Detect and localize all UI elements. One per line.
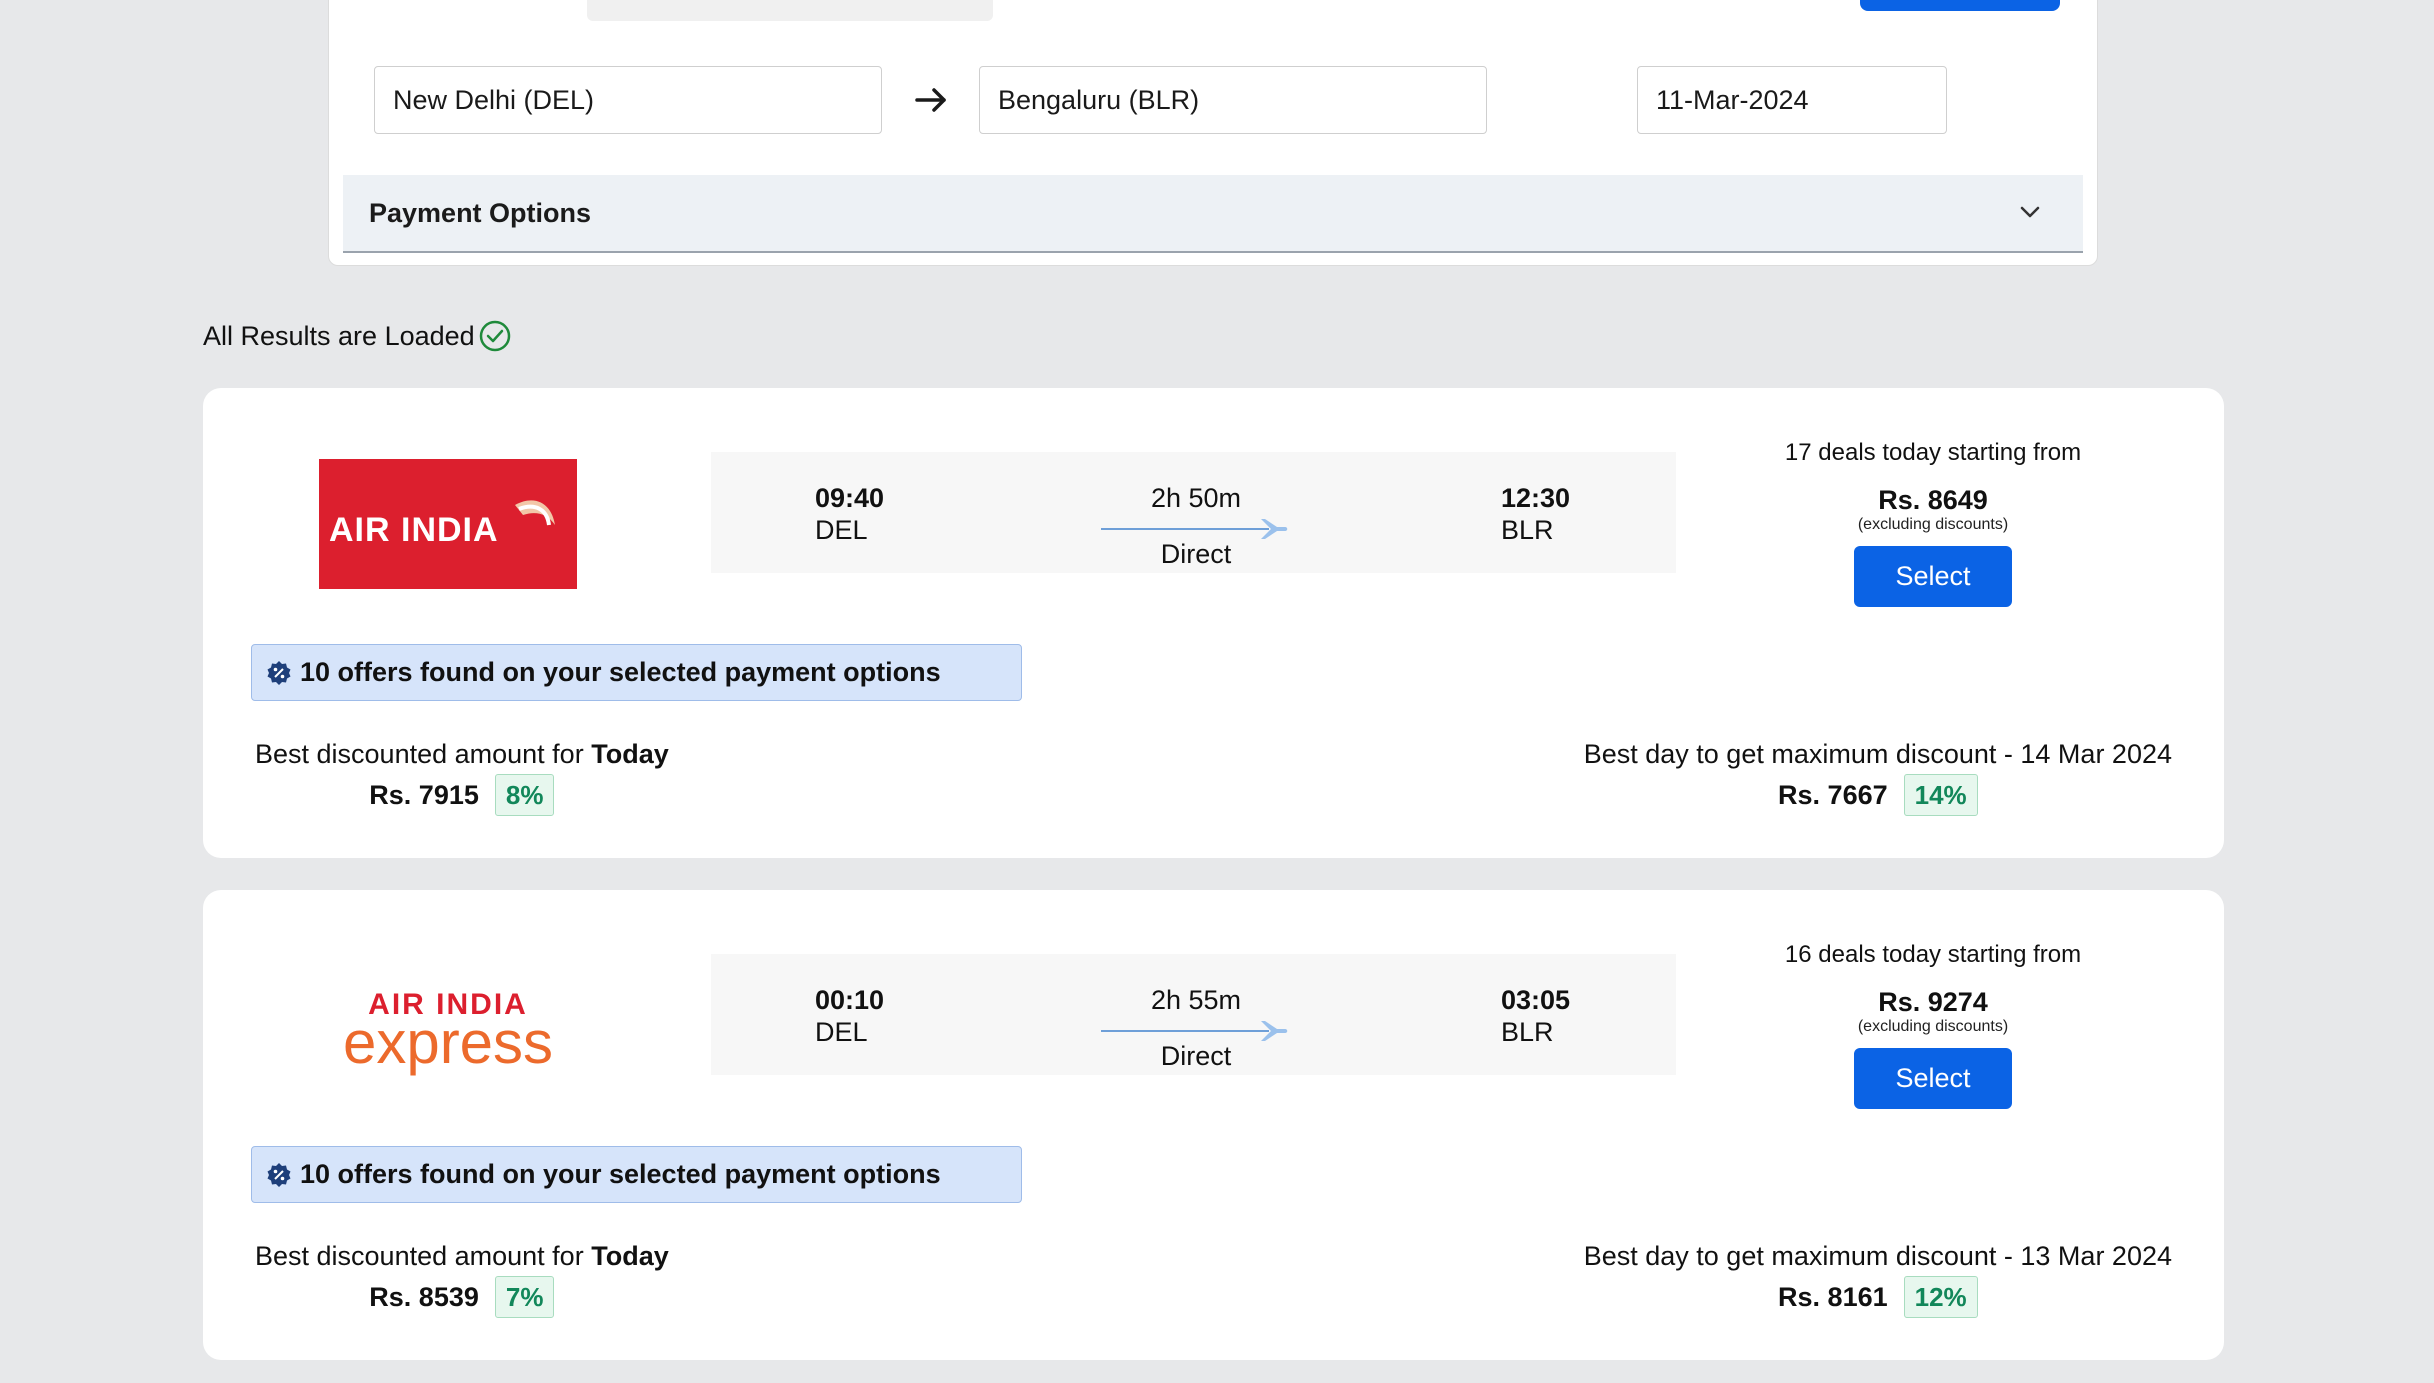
svg-text:express: express <box>343 1009 553 1076</box>
flight-duration: 2h 55m <box>1150 985 1242 1015</box>
arrival-time: 03:05 <box>1501 985 1571 1015</box>
price-note: (excluding discounts) <box>1857 1018 2009 1035</box>
flight-stops: Direct <box>1160 1041 1232 1071</box>
results-status-text: All Results are Loaded <box>203 320 475 351</box>
search-button-partial[interactable] <box>1860 0 2060 11</box>
select-button[interactable]: Select <box>1854 546 2012 607</box>
offers-banner[interactable]: 10 offers found on your selected payment… <box>251 644 1022 701</box>
departure-code: DEL <box>815 1017 868 1047</box>
check-circle-icon <box>479 320 510 352</box>
air-india-logo: AIR INDIA <box>319 459 577 589</box>
best-today-discount: Best discounted amount for Today Rs. 791… <box>255 736 669 816</box>
discount-badge-icon <box>267 1162 291 1187</box>
air-india-express-logo: AIR INDIA express <box>343 988 553 1076</box>
best-day-label: Best day to get maximum discount - 14 Ma… <box>1583 739 2172 769</box>
best-today-label-bold: Today <box>591 1241 669 1271</box>
deals-count-text: 17 deals today starting from <box>1784 439 2082 466</box>
arrow-right-icon <box>915 88 946 112</box>
select-button[interactable]: Select <box>1854 1048 2012 1109</box>
price-note: (excluding discounts) <box>1857 516 2009 533</box>
best-day-discount: Best day to get maximum discount - 13 Ma… <box>1584 1238 2172 1318</box>
best-today-amount: Rs. 7915 <box>369 780 479 810</box>
flight-itinerary: 00:10 DEL 2h 55m Direct 03:05 BLR <box>711 954 1676 1075</box>
arrival-code: BLR <box>1501 1017 1554 1047</box>
payment-options-accordion[interactable]: Payment Options <box>343 175 2083 253</box>
to-city-field[interactable]: Bengaluru (BLR) <box>979 66 1487 134</box>
arrival-time: 12:30 <box>1501 483 1571 513</box>
travel-date-field[interactable]: 11-Mar-2024 <box>1637 66 1947 134</box>
results-status: All Results are Loaded <box>203 318 512 354</box>
departure: 00:10 DEL <box>815 984 884 1048</box>
starting-price: Rs. 8649 <box>1878 485 1988 515</box>
departure-time: 09:40 <box>815 483 885 513</box>
best-today-label: Best discounted amount for <box>255 1241 584 1271</box>
chevron-down-icon[interactable] <box>2017 199 2043 225</box>
best-day-amount: Rs. 7667 <box>1778 780 1888 810</box>
offers-text: 10 offers found on your selected payment… <box>300 1159 941 1189</box>
starting-price: Rs. 9274 <box>1878 987 1988 1017</box>
best-day-discount: Best day to get maximum discount - 14 Ma… <box>1584 736 2172 816</box>
arrival-code: BLR <box>1501 515 1554 545</box>
flight-duration: 2h 50m <box>1150 483 1242 513</box>
best-today-percent-badge: 8% <box>494 774 555 816</box>
flight-itinerary: 09:40 DEL 2h 50m Direct 12:30 BLR <box>711 452 1676 573</box>
flight-card: AIR INDIA 09:40 DEL 2h 50m Direct 12:30 … <box>203 388 2224 858</box>
from-city-field[interactable]: New Delhi (DEL) <box>374 66 882 134</box>
best-day-percent-badge: 12% <box>1903 1276 1978 1318</box>
top-input-partial[interactable] <box>587 0 993 21</box>
price-section: 16 deals today starting from Rs. 9274 (e… <box>1743 940 2123 1109</box>
arrival: 03:05 BLR <box>1501 984 1570 1048</box>
payment-options-label: Payment Options <box>369 197 592 228</box>
discount-badge-icon <box>267 660 291 685</box>
price-section: 17 deals today starting from Rs. 8649 (e… <box>1743 438 2123 607</box>
departure-time: 00:10 <box>815 985 885 1015</box>
best-today-label: Best discounted amount for <box>255 739 584 769</box>
departure: 09:40 DEL <box>815 482 884 546</box>
offers-text: 10 offers found on your selected payment… <box>300 657 941 687</box>
best-day-amount: Rs. 8161 <box>1778 1282 1888 1312</box>
svg-text:AIR INDIA: AIR INDIA <box>329 511 499 549</box>
best-day-label: Best day to get maximum discount - 13 Ma… <box>1583 1241 2172 1271</box>
deals-count-text: 16 deals today starting from <box>1784 941 2082 968</box>
best-today-label-bold: Today <box>591 739 669 769</box>
offers-banner[interactable]: 10 offers found on your selected payment… <box>251 1146 1022 1203</box>
arrival: 12:30 BLR <box>1501 482 1570 546</box>
best-today-amount: Rs. 8539 <box>369 1282 479 1312</box>
best-day-percent-badge: 14% <box>1903 774 1978 816</box>
best-today-discount: Best discounted amount for Today Rs. 853… <box>255 1238 669 1318</box>
flight-card: AIR INDIA express 00:10 DEL 2h 55m Direc… <box>203 890 2224 1360</box>
flight-stops: Direct <box>1160 539 1232 569</box>
departure-code: DEL <box>815 515 868 545</box>
search-panel: New Delhi (DEL) Bengaluru (BLR) 11-Mar-2… <box>328 0 2098 266</box>
best-today-percent-badge: 7% <box>494 1276 555 1318</box>
